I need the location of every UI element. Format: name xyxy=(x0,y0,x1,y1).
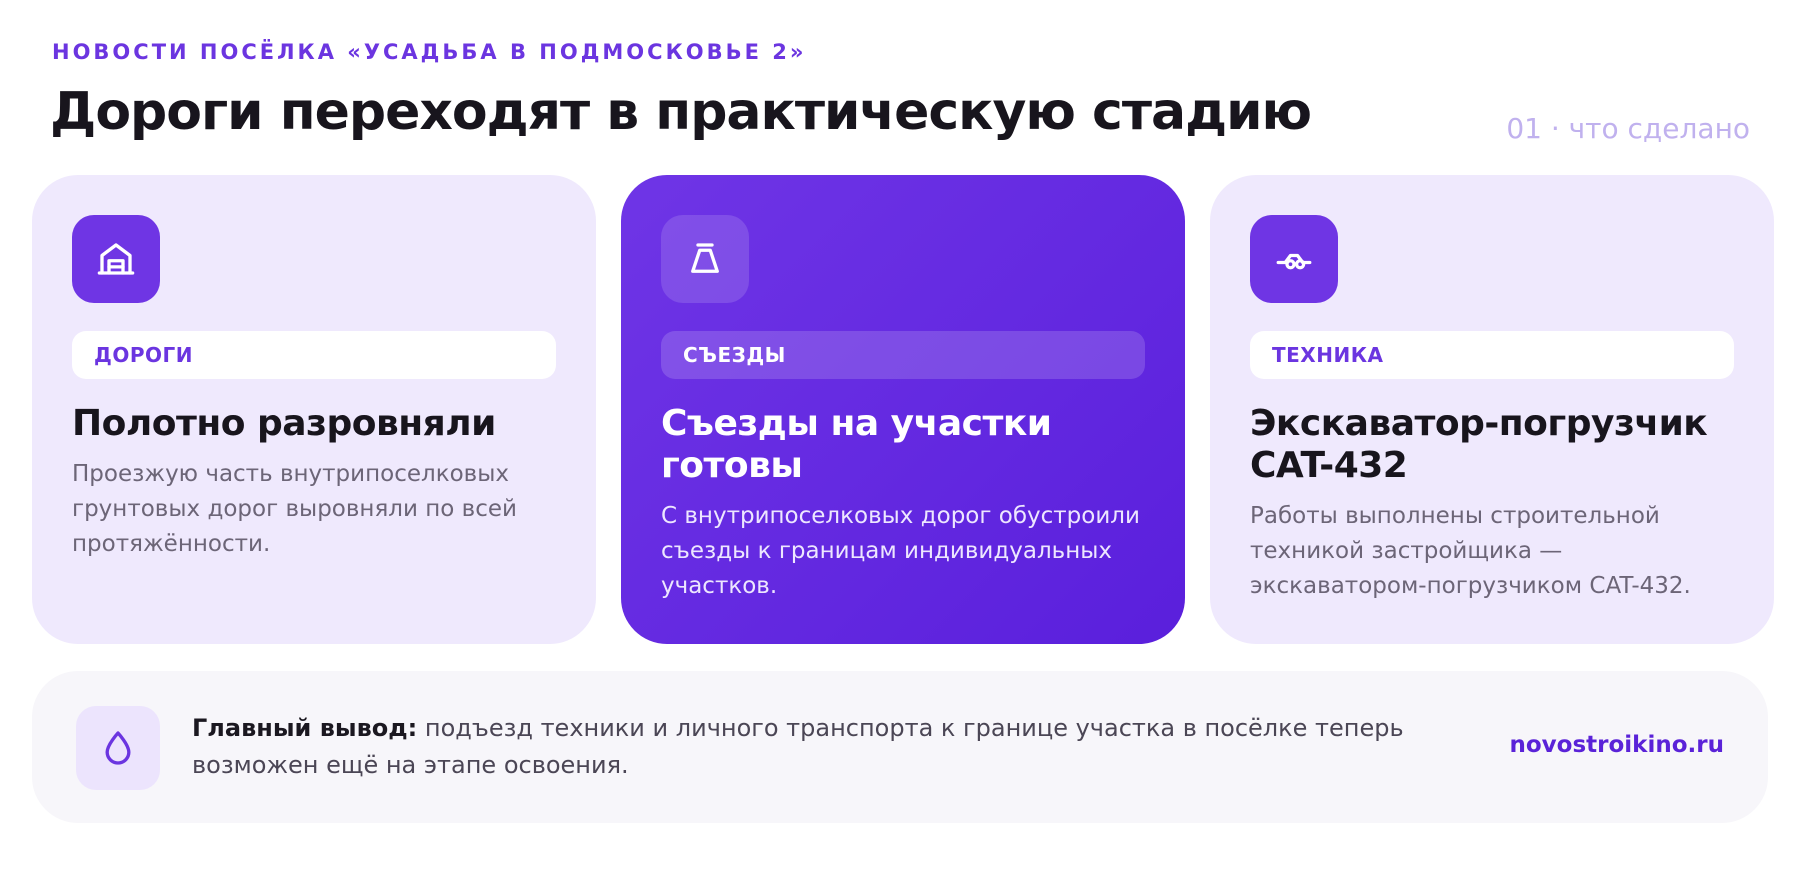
summary-text: Главный вывод: подъезд техники и личного… xyxy=(192,710,1432,784)
drop-icon xyxy=(76,706,160,790)
card-text: Работы выполнены строительной техникой з… xyxy=(1250,503,1691,599)
bucket-icon xyxy=(661,215,749,303)
card-title: Полотно разровняли xyxy=(72,403,496,444)
excavator-icon xyxy=(1250,215,1338,303)
card-roads: ДОРОГИ Полотно разровняли Проезжую часть… xyxy=(32,175,596,644)
card-tag: СЪЕЗДЫ xyxy=(661,331,1145,379)
card-exits: СЪЕЗДЫ Съезды на участки готовы С внутри… xyxy=(621,175,1185,644)
source-link[interactable]: novostroikino.ru xyxy=(1510,732,1725,758)
card-tag: ДОРОГИ xyxy=(72,331,556,379)
summary-panel: Главный вывод: подъезд техники и личного… xyxy=(32,671,1768,823)
section-counter: 01 · что сделано xyxy=(1506,112,1750,145)
card-text: Проезжую часть внутрипоселковых грунтовы… xyxy=(72,461,517,557)
card-machinery: ТЕХНИКА Экскаватор-погрузчик CAT-432 Раб… xyxy=(1210,175,1774,644)
card-text: С внутрипоселковых дорог обустроили съез… xyxy=(661,503,1140,599)
cards-row: ДОРОГИ Полотно разровняли Проезжую часть… xyxy=(32,175,1774,644)
page-title: Дороги переходят в практическую стадию xyxy=(50,82,1312,142)
news-eyebrow: НОВОСТИ ПОСЁЛКА «УСАДЬБА В ПОДМОСКОВЬЕ 2… xyxy=(52,40,807,64)
garage-icon xyxy=(72,215,160,303)
card-title: Съезды на участки готовы xyxy=(661,403,1052,486)
card-tag: ТЕХНИКА xyxy=(1250,331,1734,379)
summary-label: Главный вывод: xyxy=(192,714,418,742)
card-title: Экскаватор-погрузчик CAT-432 xyxy=(1250,403,1708,486)
